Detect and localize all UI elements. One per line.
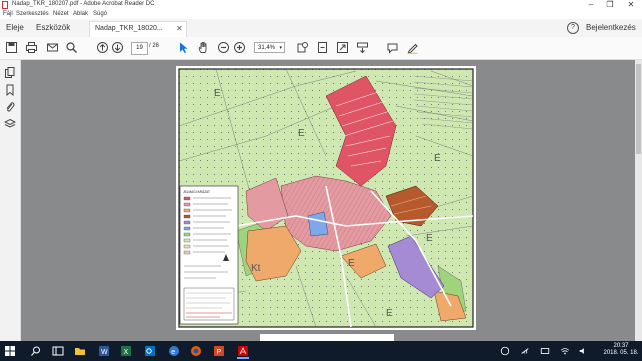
hand-tool-icon[interactable] [197, 41, 210, 54]
excel-icon[interactable]: X [120, 345, 132, 357]
menu-bar: Fájl Szerkesztés Nézet Ablak Súgó [0, 10, 642, 19]
system-clock[interactable]: 20:37 2018. 05. 18. [602, 343, 640, 357]
minimize-button[interactable]: – [584, 0, 598, 10]
scroll-mode-icon[interactable] [356, 41, 369, 54]
clock-time: 20:37 [613, 343, 629, 349]
bookmark-icon[interactable] [4, 84, 16, 97]
zoom-out-icon[interactable] [217, 41, 230, 54]
people-icon[interactable] [500, 346, 510, 358]
volume-icon[interactable] [578, 346, 588, 358]
marquee-zoom-icon[interactable] [296, 41, 309, 54]
vertical-scrollbar[interactable] [635, 60, 642, 341]
layers-icon[interactable] [3, 118, 17, 130]
zone-label: Kt [251, 263, 261, 274]
save-icon[interactable] [5, 41, 18, 54]
prev-page-icon[interactable] [96, 41, 109, 54]
search-icon[interactable] [65, 41, 78, 54]
tab-home[interactable]: Eleje [6, 23, 24, 32]
zone-label: E [214, 88, 221, 99]
edge-icon[interactable]: e [168, 345, 180, 357]
zone-label: E [426, 233, 433, 244]
chevron-down-icon: ▾ [279, 45, 282, 51]
title-bar: Nadap_TKR_180207.pdf - Adobe Acrobat Rea… [0, 0, 642, 10]
navigation-pane [0, 60, 21, 341]
wifi-icon[interactable] [560, 346, 570, 358]
next-page-icon[interactable] [111, 41, 124, 54]
select-cursor-icon[interactable] [177, 41, 190, 54]
acrobat-reader-icon[interactable] [237, 345, 249, 359]
close-tab-icon[interactable]: ✕ [176, 24, 183, 33]
tab-tools[interactable]: Eszközök [36, 23, 70, 32]
menu-window[interactable]: Ablak [73, 11, 88, 17]
fit-page-icon[interactable] [316, 41, 329, 54]
highlight-pen-icon[interactable] [406, 41, 419, 54]
menu-edit[interactable]: Szerkesztés [16, 11, 49, 17]
windows-start-icon[interactable] [4, 345, 16, 357]
close-window-button[interactable]: ✕ [624, 0, 638, 10]
menu-help[interactable]: Súgó [93, 11, 107, 17]
file-explorer-icon[interactable] [74, 345, 86, 357]
zone-label: E [298, 128, 305, 139]
comment-icon[interactable] [386, 41, 399, 54]
tab-document[interactable]: Nadap_TKR_18020... ✕ [89, 21, 187, 37]
clock-date: 2018. 05. 18. [603, 350, 639, 356]
next-page-preview [260, 334, 394, 341]
help-icon[interactable]: ? [567, 22, 579, 34]
powerpoint-icon[interactable]: P [213, 345, 225, 357]
svg-text:P: P [217, 349, 222, 356]
page-number-input[interactable]: 19 [131, 42, 148, 55]
email-icon[interactable] [46, 41, 59, 54]
print-icon[interactable] [25, 41, 38, 54]
taskbar: W X e P 20:37 2018. 05. 18. [0, 341, 642, 361]
notifications-tray-icon[interactable] [540, 346, 550, 358]
fullscreen-icon[interactable] [336, 41, 349, 54]
zoom-level-value: 31,4% [258, 45, 276, 51]
maximize-button[interactable]: ❐ [603, 0, 617, 10]
pdf-page: E E E Kt E E E JELMAGYARÁZAT [176, 66, 476, 330]
menu-view[interactable]: Nézet [53, 11, 69, 17]
page-thumbnails-icon[interactable] [4, 67, 16, 79]
search-taskbar-icon[interactable] [30, 345, 42, 357]
firefox-icon[interactable] [190, 345, 202, 357]
task-view-icon[interactable] [52, 345, 64, 357]
zoom-level-select[interactable]: 31,4% ▾ [254, 42, 285, 53]
app-icon [2, 1, 8, 9]
zone-label: E [386, 308, 393, 319]
document-tab-label: Nadap_TKR_18020... [95, 25, 163, 32]
outlook-icon[interactable] [144, 345, 156, 357]
attachment-icon[interactable] [4, 101, 16, 113]
menu-file[interactable]: Fájl [3, 11, 13, 17]
toolbar: 19 / 26 31,4% ▾ [0, 37, 642, 60]
svg-text:e: e [171, 349, 175, 356]
zoom-in-icon[interactable] [233, 41, 246, 54]
zone-label: E [348, 258, 355, 269]
legend-title: JELMAGYARÁZAT [183, 190, 210, 194]
tab-bar: Eleje Eszközök Nadap_TKR_18020... ✕ ? Be… [0, 19, 642, 38]
zoning-map: E E E Kt E E E JELMAGYARÁZAT [178, 68, 474, 328]
svg-text:X: X [124, 349, 129, 356]
signin-link[interactable]: Bejelentkezés [586, 23, 636, 32]
window-title: Nadap_TKR_180207.pdf - Adobe Acrobat Rea… [12, 1, 155, 7]
zone-label: E [434, 153, 441, 164]
network-icon[interactable] [520, 346, 530, 358]
svg-text:W: W [101, 349, 108, 356]
word-icon[interactable]: W [98, 345, 110, 357]
scrollbar-thumb[interactable] [636, 64, 641, 154]
page-total: / 26 [149, 43, 160, 49]
